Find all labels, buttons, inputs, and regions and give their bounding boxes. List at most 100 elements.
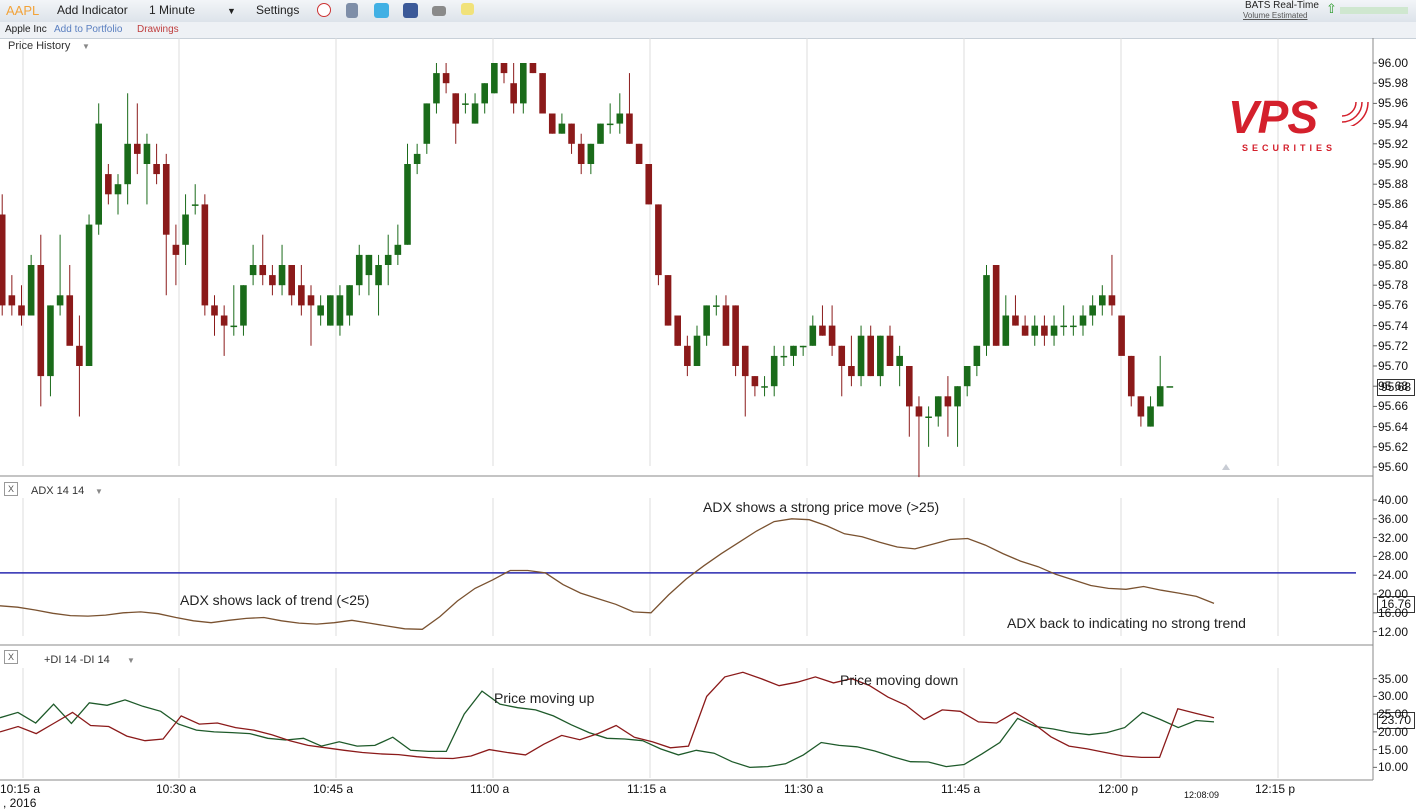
- candle-body: [886, 335, 894, 366]
- candle-body: [954, 386, 961, 407]
- candle-body: [780, 355, 788, 358]
- candle-body: [597, 123, 604, 144]
- price-y-tick-label: 95.90: [1378, 157, 1409, 171]
- candle-body: [548, 113, 556, 134]
- candle-body: [915, 406, 923, 417]
- close-di-button[interactable]: X: [4, 650, 18, 664]
- adx-y-tick-label: 32.00: [1378, 530, 1409, 545]
- candle-body: [1031, 325, 1039, 336]
- candle-body: [1147, 406, 1154, 427]
- candle-body: [616, 113, 624, 124]
- candle-body: [751, 376, 759, 387]
- chart-canvas: [0, 38, 1377, 781]
- candle-body: [220, 315, 228, 326]
- chevron-down-icon[interactable]: ▼: [82, 42, 90, 51]
- adx-y-tick-label: 40.00: [1378, 493, 1409, 507]
- candle-body: [1002, 315, 1010, 346]
- di-y-tick-label: 25.00: [1378, 707, 1409, 722]
- candle-body: [693, 335, 701, 366]
- candle-body: [848, 366, 855, 377]
- price-y-tick-label: 95.64: [1378, 419, 1409, 434]
- candle-body: [500, 63, 508, 74]
- candle-body: [201, 204, 209, 306]
- candle-body: [741, 345, 749, 377]
- candle-body: [1108, 295, 1116, 306]
- price-y-tick-label: 95.86: [1378, 197, 1409, 212]
- candle-body: [539, 73, 546, 114]
- close-adx-button[interactable]: X: [4, 482, 18, 496]
- candle-body: [645, 164, 653, 205]
- candle-body: [134, 143, 141, 154]
- candle-body: [1079, 315, 1087, 326]
- adx-y-tick-label: 20.00: [1378, 587, 1409, 601]
- di-panel-label[interactable]: +DI 14 -DI 14: [44, 654, 110, 666]
- price-y-tick-label: 95.92: [1378, 136, 1409, 151]
- candle-body: [336, 295, 344, 326]
- candle-body: [963, 366, 971, 387]
- scroll-handle: [1222, 464, 1230, 470]
- candle-body: [413, 153, 421, 164]
- candle-body: [1099, 295, 1106, 306]
- candle-body: [298, 285, 305, 306]
- candle-body: [635, 143, 643, 164]
- candle-body: [230, 325, 238, 328]
- candle-body: [1041, 325, 1048, 336]
- candle-body: [809, 325, 817, 346]
- candle-body: [240, 285, 247, 326]
- candle-body: [307, 295, 315, 306]
- x-tick-label: 10:30 a: [156, 782, 197, 796]
- price-y-tick-label: 95.62: [1378, 439, 1409, 454]
- candle-body: [365, 254, 373, 276]
- candle-body: [27, 265, 35, 316]
- candle-body: [577, 143, 585, 164]
- x-tick-label: 10:15 a: [0, 782, 41, 796]
- candle-body: [288, 265, 295, 296]
- candle-body: [1060, 325, 1067, 328]
- price-panel-label[interactable]: Price History: [8, 40, 70, 52]
- price-y-tick-label: 95.80: [1378, 258, 1409, 272]
- price-y-tick-label: 95.68: [1378, 379, 1409, 394]
- candle-body: [790, 345, 797, 356]
- price-y-tick-label: 95.78: [1378, 278, 1409, 293]
- candle-body: [8, 295, 16, 306]
- adx-y-tick-label: 24.00: [1378, 568, 1409, 583]
- candle-body: [355, 254, 363, 286]
- candle-body: [462, 103, 469, 105]
- candle-body: [66, 295, 74, 346]
- annotation-adx-back: ADX back to indicating no strong trend: [1007, 615, 1246, 631]
- candle-body: [1089, 305, 1096, 316]
- x-tick-label: 12:15 p: [1255, 782, 1296, 796]
- candle-body: [95, 123, 102, 225]
- adx-panel-label[interactable]: ADX 14 14: [31, 485, 84, 497]
- candle-body: [674, 315, 681, 346]
- candle-body: [819, 325, 826, 336]
- di-y-tick-label: 15.00: [1378, 742, 1409, 757]
- price-y-tick-label: 95.70: [1378, 359, 1409, 373]
- candle-body: [278, 265, 286, 286]
- candle-body: [606, 123, 614, 126]
- di-y-tick-label: 20.00: [1378, 724, 1409, 739]
- candle-body: [162, 164, 170, 235]
- x-tick-label: 11:30 a: [784, 782, 824, 796]
- candle-body: [558, 123, 566, 134]
- candle-body: [394, 244, 402, 255]
- candle-body: [346, 285, 353, 316]
- adx-y-tick-label: 16.00: [1378, 605, 1409, 620]
- annotation-di-up: Price moving up: [494, 690, 595, 706]
- chevron-down-icon[interactable]: ▼: [95, 487, 103, 496]
- x-tick-label: 11:00 a: [470, 782, 510, 796]
- candle-body: [433, 73, 440, 104]
- adx-y-tick-label: 28.00: [1378, 549, 1409, 564]
- candle-body: [211, 305, 218, 316]
- price-y-tick-label: 96.00: [1378, 56, 1409, 70]
- price-y-tick-label: 95.88: [1378, 177, 1409, 192]
- vps-logo: VPS SECURITIES: [1226, 90, 1372, 160]
- adx-y-tick-label: 12.00: [1378, 624, 1409, 639]
- candle-body: [423, 103, 431, 144]
- candle-body: [1166, 386, 1174, 388]
- chevron-down-icon[interactable]: ▼: [127, 656, 135, 665]
- candle-body: [114, 184, 122, 195]
- candle-body: [828, 325, 836, 346]
- candle-body: [105, 174, 112, 195]
- candle-body: [1012, 315, 1019, 326]
